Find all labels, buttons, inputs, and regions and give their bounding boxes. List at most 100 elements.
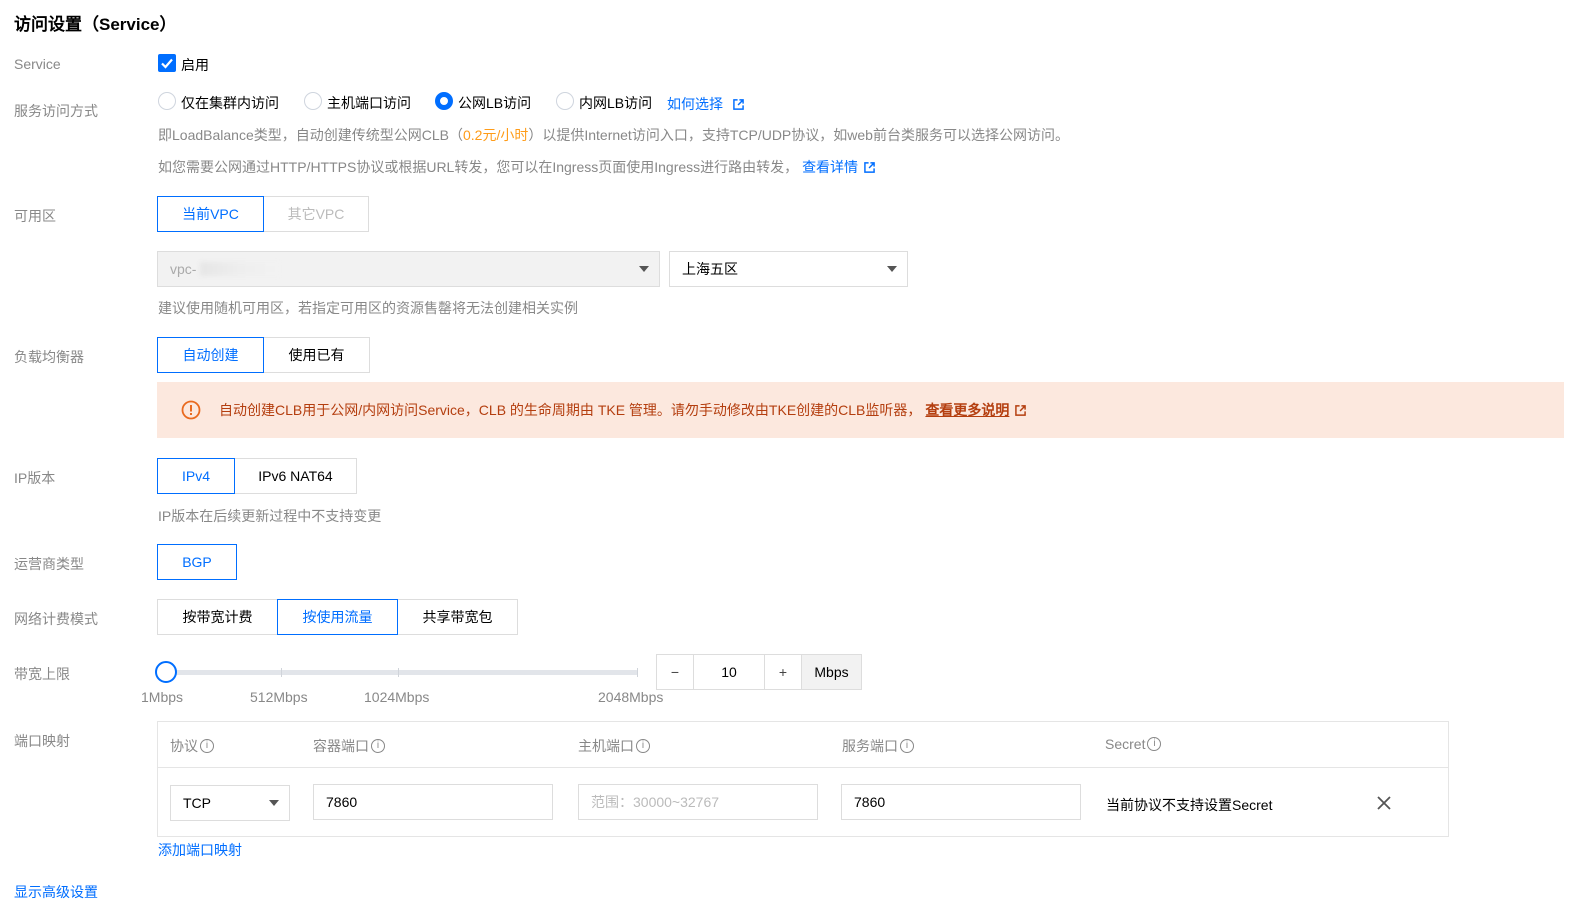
service-enable-label: 启用 xyxy=(181,57,209,73)
isp-tabs: BGP xyxy=(157,544,237,580)
check-icon xyxy=(161,58,173,69)
access-mode-desc: 即LoadBalance类型，自动创建传统型公网CLB（0.2元/小时）以提供I… xyxy=(158,125,1069,145)
host-port-input[interactable]: 范围：30000~32767 xyxy=(578,784,818,820)
radio-public-lb-label[interactable]: 公网LB访问 xyxy=(458,93,531,113)
warning-icon xyxy=(181,400,201,420)
radio-host-port-label[interactable]: 主机端口访问 xyxy=(327,93,411,113)
tab-current-vpc[interactable]: 当前VPC xyxy=(157,196,264,232)
view-details-text: 查看详情 xyxy=(802,159,859,175)
service-label: Service xyxy=(14,56,61,72)
tab-billing-traffic[interactable]: 按使用流量 xyxy=(277,599,398,635)
header-service-port-text: 服务端口 xyxy=(842,738,898,754)
service-enable-checkbox[interactable] xyxy=(158,54,176,72)
header-secret-text: Secret xyxy=(1105,736,1146,752)
bandwidth-stepper: − 10 + Mbps xyxy=(656,654,862,690)
header-host-port-text: 主机端口 xyxy=(578,738,634,754)
ingress-desc-text: 如您需要公网通过HTTP/HTTPS协议或根据URL转发，您可以在Ingress… xyxy=(158,159,799,175)
header-container-port-text: 容器端口 xyxy=(313,738,369,754)
radio-cluster-only-label[interactable]: 仅在集群内访问 xyxy=(181,93,279,113)
header-container-port: 容器端口 i xyxy=(313,736,385,756)
increment-button[interactable]: + xyxy=(765,655,801,689)
slider-tick xyxy=(637,668,638,677)
view-details-link[interactable]: 查看详情 xyxy=(802,159,875,175)
radio-cluster-only[interactable] xyxy=(158,92,176,110)
external-link-icon xyxy=(1015,404,1027,416)
tab-ipv6-nat64[interactable]: IPv6 NAT64 xyxy=(234,458,357,494)
slider-tick xyxy=(281,668,282,677)
container-port-input[interactable]: 7860 xyxy=(313,784,553,820)
vpc-tabs: 当前VPC 其它VPC xyxy=(157,196,369,232)
desc-line1-a: 即LoadBalance类型，自动创建传统型公网CLB（ xyxy=(158,127,463,143)
close-icon[interactable] xyxy=(1375,794,1393,812)
radio-private-lb-label[interactable]: 内网LB访问 xyxy=(579,93,652,113)
info-icon[interactable]: i xyxy=(371,739,385,753)
bandwidth-unit: Mbps xyxy=(801,655,861,689)
how-to-choose-link[interactable]: 如何选择 xyxy=(667,94,744,114)
vpc-select[interactable]: vpc- xyxy=(157,251,660,287)
billing-tabs: 按带宽计费 按使用流量 共享带宽包 xyxy=(157,599,518,635)
add-port-mapping-link[interactable]: 添加端口映射 xyxy=(158,840,242,860)
tick-label-2048mbps: 2048Mbps xyxy=(598,689,664,705)
vpc-select-value: vpc- xyxy=(170,261,197,277)
secret-not-supported-note: 当前协议不支持设置Secret xyxy=(1106,797,1273,813)
header-host-port: 主机端口 i xyxy=(578,736,650,756)
region-select-value: 上海五区 xyxy=(682,261,738,277)
lb-tabs: 自动创建 使用已有 xyxy=(157,337,370,373)
decrement-button[interactable]: − xyxy=(657,655,693,689)
tab-bgp[interactable]: BGP xyxy=(157,544,237,580)
bandwidth-limit-label: 带宽上限 xyxy=(14,666,70,682)
header-protocol: 协议 i xyxy=(170,736,214,756)
protocol-select-value: TCP xyxy=(183,795,211,811)
view-more-text: 查看更多说明 xyxy=(925,402,1010,418)
tab-auto-create[interactable]: 自动创建 xyxy=(157,337,264,373)
radio-public-lb[interactable] xyxy=(435,92,453,110)
tab-ipv4[interactable]: IPv4 xyxy=(157,458,235,494)
chevron-down-icon xyxy=(887,266,897,272)
bandwidth-slider-track[interactable] xyxy=(164,670,638,675)
tick-label-512mbps: 512Mbps xyxy=(250,689,308,705)
info-icon[interactable]: i xyxy=(200,739,214,753)
zone-hint: 建议使用随机可用区，若指定可用区的资源售罄将无法创建相关实例 xyxy=(158,300,578,316)
header-protocol-text: 协议 xyxy=(170,738,198,754)
view-more-link[interactable]: 查看更多说明 xyxy=(925,400,1009,420)
show-advanced-settings-link[interactable]: 显示高级设置 xyxy=(14,882,98,902)
external-link-icon xyxy=(733,99,744,110)
tick-label-1mbps: 1Mbps xyxy=(141,689,184,705)
header-service-port: 服务端口 i xyxy=(842,736,914,756)
table-header-divider xyxy=(158,767,1448,768)
clb-warning-alert: 自动创建CLB用于公网/内网访问Service，CLB 的生命周期由 TKE 管… xyxy=(157,382,1564,438)
ip-version-tabs: IPv4 IPv6 NAT64 xyxy=(157,458,357,494)
tab-billing-bandwidth[interactable]: 按带宽计费 xyxy=(157,599,278,635)
region-select[interactable]: 上海五区 xyxy=(669,251,908,287)
isp-type-label: 运营商类型 xyxy=(14,556,84,572)
tab-other-vpc[interactable]: 其它VPC xyxy=(263,196,369,232)
how-to-choose-text: 如何选择 xyxy=(667,96,723,112)
info-icon[interactable]: i xyxy=(900,739,914,753)
radio-private-lb[interactable] xyxy=(556,92,574,110)
bandwidth-value-input[interactable]: 10 xyxy=(693,655,765,689)
tab-use-existing[interactable]: 使用已有 xyxy=(263,337,370,373)
desc-line1-b: ）以提供Internet访问入口，支持TCP/UDP协议，如web前台类服务可以… xyxy=(528,127,1069,143)
service-port-input[interactable]: 7860 xyxy=(841,784,1081,820)
port-mapping-label: 端口映射 xyxy=(14,733,70,749)
info-icon[interactable]: i xyxy=(636,739,650,753)
tab-billing-shared[interactable]: 共享带宽包 xyxy=(397,599,518,635)
chevron-down-icon xyxy=(639,266,649,272)
vpc-id-blurred xyxy=(200,262,281,276)
clb-warning-text: 自动创建CLB用于公网/内网访问Service，CLB 的生命周期由 TKE 管… xyxy=(219,402,922,418)
tick-label-1024mbps: 1024Mbps xyxy=(364,689,430,705)
info-icon[interactable]: i xyxy=(1147,737,1162,751)
section-title: 访问设置（Service） xyxy=(14,15,177,34)
access-mode-label: 服务访问方式 xyxy=(14,103,98,119)
zone-label: 可用区 xyxy=(14,208,56,224)
protocol-select[interactable]: TCP xyxy=(170,785,290,821)
chevron-down-icon xyxy=(269,800,279,806)
load-balancer-label: 负载均衡器 xyxy=(14,349,84,365)
radio-host-port[interactable] xyxy=(304,92,322,110)
billing-mode-label: 网络计费模式 xyxy=(14,611,98,627)
ingress-desc: 如您需要公网通过HTTP/HTTPS协议或根据URL转发，您可以在Ingress… xyxy=(158,157,875,177)
bandwidth-slider-handle[interactable] xyxy=(155,661,177,683)
slider-tick xyxy=(398,668,399,677)
external-link-icon xyxy=(864,162,875,173)
desc-price: 0.2元/小时 xyxy=(462,127,529,143)
